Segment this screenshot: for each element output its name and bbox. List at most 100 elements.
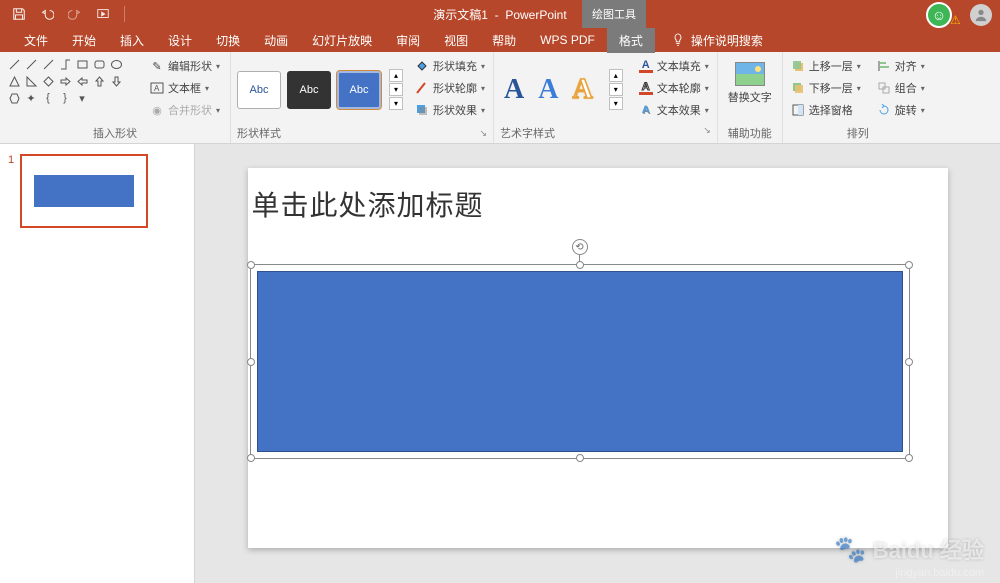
selection-pane-button[interactable]: 选择窗格	[789, 100, 863, 120]
gallery-up-button[interactable]: ▴	[389, 69, 403, 82]
thumbnail-shape	[34, 175, 134, 207]
tab-help[interactable]: 帮助	[480, 28, 528, 53]
tab-slideshow[interactable]: 幻灯片放映	[300, 28, 384, 53]
resize-handle-l[interactable]	[247, 358, 255, 366]
slide-canvas-area[interactable]: 单击此处添加标题 ⟲	[195, 144, 1000, 583]
shape-arrow-left-icon[interactable]	[74, 73, 90, 89]
group-label: 辅助功能	[724, 123, 776, 141]
shape-fill-icon	[415, 59, 429, 73]
alt-text-button[interactable]: 替换文字	[724, 56, 776, 123]
shape-line-icon[interactable]	[6, 56, 22, 72]
tab-design[interactable]: 设计	[156, 28, 204, 53]
shape-line-double-icon[interactable]	[40, 56, 56, 72]
tab-view[interactable]: 视图	[432, 28, 480, 53]
slide[interactable]: 单击此处添加标题 ⟲	[248, 168, 948, 548]
quick-access-toolbar	[0, 6, 125, 22]
tab-format[interactable]: 格式	[607, 28, 655, 53]
shape-hexagon-icon[interactable]	[6, 90, 22, 106]
group-button: 组合▾	[875, 78, 927, 98]
resize-handle-bl[interactable]	[247, 454, 255, 462]
shape-arrow-down-icon[interactable]	[108, 73, 124, 89]
shape-arrow-up-icon[interactable]	[91, 73, 107, 89]
shape-rectangle-icon[interactable]	[74, 56, 90, 72]
shape-arrow-right-icon[interactable]	[57, 73, 73, 89]
shape-oval-icon[interactable]	[108, 56, 124, 72]
undo-icon[interactable]	[40, 7, 54, 21]
dialog-launcher-icon[interactable]: ↘	[471, 128, 487, 139]
tab-home[interactable]: 开始	[60, 28, 108, 53]
style-swatch-1[interactable]: Abc	[237, 71, 281, 109]
title-bar: 演示文稿1 - PowerPoint 绘图工具 ☺ ⚠	[0, 0, 1000, 28]
bring-forward-button[interactable]: 上移一层▾	[789, 56, 863, 76]
tab-review[interactable]: 审阅	[384, 28, 432, 53]
text-fill-button[interactable]: A文本填充▾	[637, 56, 711, 76]
resize-handle-b[interactable]	[576, 454, 584, 462]
lightbulb-icon	[671, 33, 685, 47]
shape-connector-icon[interactable]	[57, 56, 73, 72]
shape-more-row-icon[interactable]: ▾	[74, 90, 90, 106]
save-icon[interactable]	[12, 7, 26, 21]
shape-style-gallery[interactable]: Abc Abc Abc ▴ ▾ ▾	[237, 56, 403, 123]
style-swatch-3[interactable]: Abc	[337, 71, 381, 109]
text-box-button[interactable]: A文本框▾	[146, 78, 224, 98]
wa-gallery-more-button[interactable]: ▾	[609, 97, 623, 110]
resize-handle-br[interactable]	[905, 454, 913, 462]
shape-diamond-icon[interactable]	[40, 73, 56, 89]
shapes-gallery[interactable]: ✦ { } ▾	[6, 56, 138, 123]
slide-thumbnail-panel[interactable]: 1	[0, 144, 195, 583]
edit-shape-button[interactable]: ✎编辑形状▾	[146, 56, 224, 76]
tab-file[interactable]: 文件	[12, 28, 60, 53]
gallery-down-button[interactable]: ▾	[389, 83, 403, 96]
wa-gallery-up-button[interactable]: ▴	[609, 69, 623, 82]
shape-outline-button[interactable]: 形状轮廓▾	[413, 78, 487, 98]
shape-brace-right-icon[interactable]: }	[57, 90, 73, 106]
tab-insert[interactable]: 插入	[108, 28, 156, 53]
slide-thumbnail-1[interactable]	[20, 154, 148, 228]
shape-outline-icon	[415, 81, 429, 95]
resize-handle-r[interactable]	[905, 358, 913, 366]
resize-handle-t[interactable]	[576, 261, 584, 269]
rotate-icon	[877, 103, 891, 117]
dialog-launcher-icon[interactable]: ↘	[695, 125, 711, 141]
wordart-style-1[interactable]: A	[504, 74, 524, 106]
text-outline-button[interactable]: A文本轮廓▾	[637, 78, 711, 98]
start-from-beginning-icon[interactable]	[96, 7, 110, 21]
rotate-handle[interactable]: ⟲	[572, 239, 588, 255]
shape-brace-left-icon[interactable]: {	[40, 90, 56, 106]
tab-wps-pdf[interactable]: WPS PDF	[528, 29, 607, 51]
shape-rounded-rect-icon[interactable]	[91, 56, 107, 72]
tab-transitions[interactable]: 切换	[204, 28, 252, 53]
shape-effects-button[interactable]: 形状效果▾	[413, 100, 487, 120]
style-swatch-2[interactable]: Abc	[287, 71, 331, 109]
redo-icon[interactable]	[68, 7, 82, 21]
resize-handle-tl[interactable]	[247, 261, 255, 269]
user-avatar-icon[interactable]	[970, 4, 992, 26]
merge-shapes-icon: ◉	[150, 103, 164, 117]
warning-icon: ⚠	[950, 13, 964, 27]
account-status-icon[interactable]: ☺	[926, 2, 952, 28]
selected-shape[interactable]: ⟲	[250, 264, 910, 459]
watermark-url: jingyan.baidu.com	[895, 567, 984, 579]
resize-handle-tr[interactable]	[905, 261, 913, 269]
tab-animations[interactable]: 动画	[252, 28, 300, 53]
rectangle-shape[interactable]	[257, 271, 903, 452]
gallery-more-button[interactable]: ▾	[389, 97, 403, 110]
text-effects-button[interactable]: A文本效果▾	[637, 100, 711, 120]
title-placeholder[interactable]: 单击此处添加标题	[252, 184, 484, 224]
wordart-style-2[interactable]: A	[538, 74, 558, 106]
shape-star-icon[interactable]: ✦	[23, 90, 39, 106]
group-label: 排列	[789, 123, 927, 141]
shape-line-arrow-icon[interactable]	[23, 56, 39, 72]
shape-triangle-icon[interactable]	[6, 73, 22, 89]
shape-effects-icon	[415, 103, 429, 117]
group-icon	[877, 81, 891, 95]
shape-right-triangle-icon[interactable]	[23, 73, 39, 89]
wa-gallery-down-button[interactable]: ▾	[609, 83, 623, 96]
rotate-button[interactable]: 旋转▾	[875, 100, 927, 120]
align-button[interactable]: 对齐▾	[875, 56, 927, 76]
shape-fill-button[interactable]: 形状填充▾	[413, 56, 487, 76]
wordart-gallery[interactable]: A A A ▴ ▾ ▾	[500, 56, 627, 123]
wordart-style-3[interactable]: A	[573, 74, 593, 106]
send-backward-button[interactable]: 下移一层▾	[789, 78, 863, 98]
tell-me-search[interactable]: 操作说明搜索	[671, 32, 763, 49]
